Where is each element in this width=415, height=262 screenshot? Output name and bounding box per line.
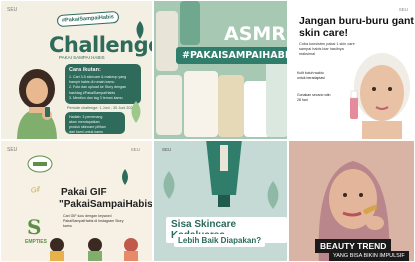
- callout-note: Kulit butuh waktu untuk beradaptasi: [297, 71, 325, 80]
- post-skincare[interactable]: SEU Jangan buru-buru ganti skin care! Co…: [288, 0, 415, 140]
- hashtag-label: #PAKAISAMPAIHABIS: [176, 47, 287, 64]
- post-headline: Jangan buru-buru ganti skin care!: [299, 15, 415, 39]
- post-challenge[interactable]: SEU #PakaiSampaiHabis Challenge PAKAI SA…: [0, 0, 153, 140]
- post-beauty-trend[interactable]: SEU BEAUTY TREND YANG BISA BIKIN IMPULSI…: [288, 140, 415, 262]
- leaf-icon: [163, 171, 175, 199]
- empties-sticker: EMPTIES: [25, 239, 47, 245]
- gif-label: Gif: [30, 186, 41, 195]
- prize-box: Hadiah: 3 pemenang akan mendapatkan prod…: [65, 112, 125, 134]
- post-subtext: Cari GIF lucu dengan keyword PakaiSampai…: [63, 214, 124, 228]
- post-asmr[interactable]: ASMR #PAKAISAMPAIHABIS: [153, 0, 288, 140]
- post-sisa-skincare[interactable]: SEU Sisa Skincare Kadaluarsa, Lebih Baik…: [153, 140, 288, 262]
- leaf-icon: [122, 169, 128, 185]
- post-heading: Pakai GIF: [61, 187, 107, 198]
- leaf-icon: [131, 101, 141, 123]
- post-heading: Lebih Baik Diapakan?: [174, 234, 266, 247]
- hashtag-badge: #PakaiSampaiHabis: [56, 10, 120, 28]
- rules-heading: Cara ikutan:: [69, 67, 101, 73]
- post-grid: SEU #PakaiSampaiHabis Challenge PAKAI SA…: [0, 0, 415, 262]
- brand-label: SEU: [7, 7, 18, 13]
- product-bottle: [266, 61, 287, 137]
- post-heading: "PakaiSampaiHabis": [59, 199, 153, 210]
- product-bottle: [180, 1, 200, 45]
- callout-note: Gunakan secara rutin 28 hari: [297, 93, 331, 102]
- post-gif[interactable]: SEU SEU Gif Pakai GIF "PakaiSampaiHabis"…: [0, 140, 153, 262]
- sticker-letter: S: [27, 215, 42, 239]
- woman-face-illustration: [350, 53, 410, 139]
- rules-box: Cara ikutan: 1. Cari 3-5 skincare & make…: [65, 64, 141, 104]
- prize-line: dari kami untuk kamu: [69, 130, 104, 134]
- product-bottle: [156, 11, 178, 71]
- period-line: Periode challenge: 1 Juni - 30 Juni 2022: [67, 106, 135, 110]
- post-subtitle: PAKAI SAMPAI HABIS: [59, 55, 105, 60]
- asmr-title: ASMR: [224, 23, 286, 45]
- brand-label: SEU: [162, 147, 172, 152]
- brand-label: SEU: [7, 147, 18, 153]
- leaf-icon: [267, 181, 279, 209]
- leaf-icon: [136, 21, 144, 39]
- product-bottle: [156, 75, 182, 135]
- skincare-tube-illustration: [206, 141, 242, 207]
- girl-illustration: [17, 69, 57, 139]
- brand-label: SEU: [130, 147, 140, 152]
- product-bottle: [184, 71, 218, 137]
- people-illustration: [50, 238, 138, 261]
- brand-label: SEU: [398, 7, 408, 12]
- trend-subtitle: YANG BISA BIKIN IMPULSIF: [329, 251, 409, 261]
- badge-logo-icon: [27, 155, 53, 173]
- product-bottle: [218, 75, 244, 137]
